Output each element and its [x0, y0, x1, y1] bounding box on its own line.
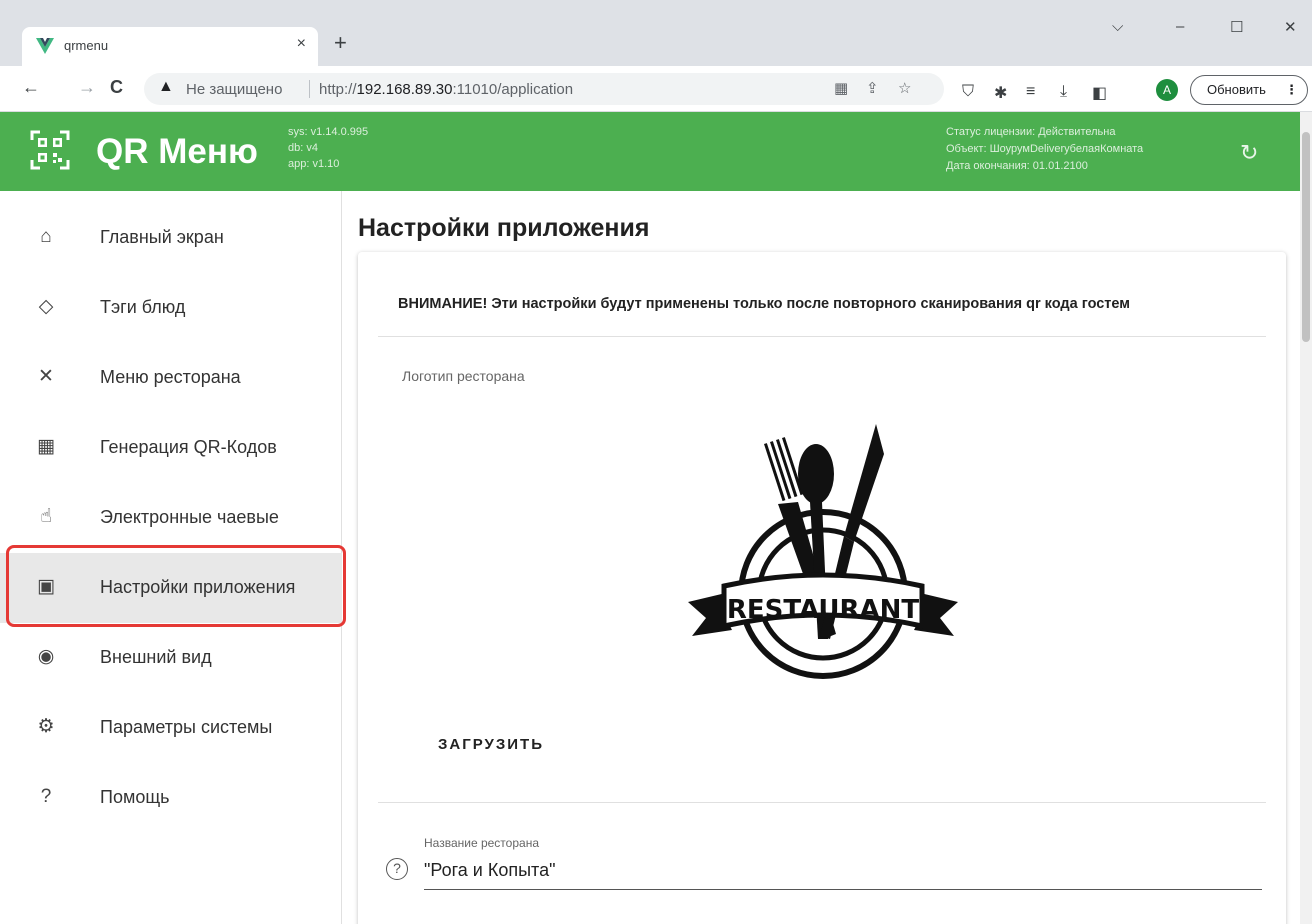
sidebar-item-home[interactable]: ⌂ Главный экран: [0, 203, 342, 273]
url-text[interactable]: http://192.168.89.30:11010/application: [319, 81, 573, 98]
minimize-button[interactable]: –: [1176, 18, 1184, 35]
restaurant-name-label: Название ресторана: [424, 836, 539, 850]
upload-logo-button[interactable]: ЗАГРУЗИТЬ: [438, 736, 544, 753]
app-header: QR Меню sys: v1.14.0.995 db: v4 app: v1.…: [0, 112, 1300, 191]
tab-title: qrmenu: [64, 38, 109, 53]
sidebar-item-appearance[interactable]: ◉ Внешний вид: [0, 623, 342, 693]
license-end-date: Дата окончания: 01.01.2100: [946, 160, 1088, 172]
restaurant-name-input[interactable]: "Рога и Копыта": [424, 858, 1262, 890]
license-info: Статус лицензии: Действительна Объект: Ш…: [946, 124, 1143, 175]
refresh-license-icon[interactable]: ↻: [1240, 140, 1258, 166]
sidebar-item-label: Электронные чаевые: [100, 507, 279, 527]
back-button[interactable]: ←: [22, 77, 40, 98]
sidebar-item-label: Параметры системы: [100, 717, 273, 737]
sidebar-item-tips[interactable]: ☝ Электронные чаевые: [0, 483, 342, 553]
side-panel-icon[interactable]: ◧: [1092, 83, 1107, 103]
sidebar-item-help[interactable]: ? Помощь: [0, 763, 342, 833]
shield-extension-icon[interactable]: ⛉: [962, 83, 974, 101]
sidebar-item-label: Меню ресторана: [100, 367, 241, 387]
page-scrollbar[interactable]: [1300, 112, 1312, 924]
version-info: sys: v1.14.0.995 db: v4 app: v1.10: [288, 124, 368, 172]
warning-icon[interactable]: ▲: [158, 78, 174, 96]
browser-menu-icon[interactable]: ⋮: [1285, 76, 1298, 104]
extensions-puzzle-icon[interactable]: ✱: [994, 83, 1007, 103]
sidebar-item-label: Внешний вид: [100, 647, 212, 667]
db-version: db: v4: [288, 142, 318, 154]
browser-tab[interactable]: qrmenu ×: [22, 27, 318, 66]
sys-version: sys: v1.14.0.995: [288, 126, 369, 138]
forward-button[interactable]: →: [78, 77, 96, 98]
restaurant-logo-image: RESTAURANT: [688, 424, 958, 679]
tip-hand-icon: ☝: [40, 506, 52, 527]
brand-title: QR Меню: [96, 132, 258, 171]
qr-logo-icon: [30, 130, 70, 170]
license-object: Объект: ШоурумDeliveryбелаяКомната: [946, 143, 1144, 155]
new-tab-button[interactable]: +: [334, 30, 347, 56]
sidebar-item-tags[interactable]: ◇ Тэги блюд: [0, 273, 342, 343]
translate-icon[interactable]: ▦: [834, 79, 848, 97]
profile-avatar[interactable]: A: [1156, 79, 1178, 101]
qr-icon: ▦: [37, 436, 55, 457]
utensils-icon: ✕: [38, 366, 54, 387]
eye-icon: ◉: [37, 646, 55, 667]
sidebar-item-label: Главный экран: [100, 227, 224, 247]
sidebar-item-system[interactable]: ⚙ Параметры системы: [0, 693, 342, 763]
scrollbar-thumb[interactable]: [1302, 132, 1310, 342]
download-icon[interactable]: ⤓: [1060, 83, 1067, 101]
warning-text: ВНИМАНИЕ! Эти настройки будут применены …: [398, 296, 1130, 312]
browser-tab-strip: qrmenu × + ⌵ – ☐ ✕: [0, 0, 1312, 66]
logo-label: Логотип ресторана: [402, 368, 525, 384]
app-version: app: v1.10: [288, 158, 340, 170]
bookmark-star-icon[interactable]: ☆: [898, 79, 911, 97]
tag-icon: ◇: [38, 296, 54, 317]
address-bar[interactable]: ▲ Не защищено http://192.168.89.30:11010…: [144, 73, 944, 105]
home-icon: ⌂: [40, 226, 52, 247]
reload-button[interactable]: C: [110, 77, 123, 98]
tab-close-icon[interactable]: ×: [297, 35, 306, 53]
tab-search-icon[interactable]: ⌵: [1112, 18, 1123, 35]
active-item-highlight-frame: [6, 545, 346, 627]
gear-icon: ⚙: [37, 716, 55, 737]
divider: [378, 802, 1266, 803]
help-icon: ?: [40, 786, 52, 807]
settings-card: ВНИМАНИЕ! Эти настройки будут применены …: [358, 252, 1286, 924]
divider: [378, 336, 1266, 337]
vue-favicon-icon: [36, 38, 54, 54]
sidebar-item-menu[interactable]: ✕ Меню ресторана: [0, 343, 342, 413]
reading-list-icon[interactable]: ≡: [1026, 83, 1035, 101]
omnibox-separator: [309, 80, 310, 98]
browser-toolbar: ← → C ▲ Не защищено http://192.168.89.30…: [0, 66, 1312, 112]
update-browser-button[interactable]: Обновить ⋮: [1190, 75, 1308, 105]
sidebar-item-label: Генерация QR-Кодов: [100, 437, 277, 457]
share-icon[interactable]: ⇪: [866, 79, 879, 97]
help-circle-icon[interactable]: ?: [386, 858, 408, 880]
sidebar-item-label: Помощь: [100, 787, 170, 807]
maximize-button[interactable]: ☐: [1230, 18, 1243, 36]
logo-text: RESTAURANT: [727, 595, 920, 625]
close-window-button[interactable]: ✕: [1284, 18, 1297, 36]
sidebar-item-label: Тэги блюд: [100, 297, 186, 317]
page-title: Настройки приложения: [358, 214, 650, 242]
license-status: Статус лицензии: Действительна: [946, 126, 1116, 138]
sidebar-item-qr-generation[interactable]: ▦ Генерация QR-Кодов: [0, 413, 342, 483]
insecure-label[interactable]: Не защищено: [186, 81, 282, 98]
